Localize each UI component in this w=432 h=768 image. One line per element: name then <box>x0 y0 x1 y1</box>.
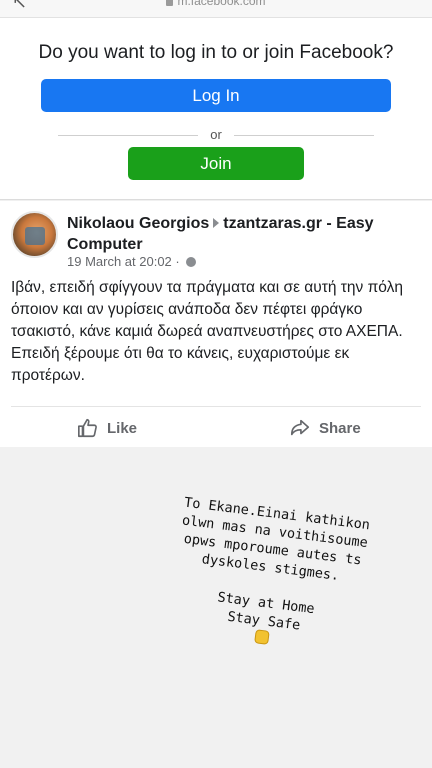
login-prompt-message: Do you want to log in to or join Faceboo… <box>38 42 394 63</box>
story-image: To Ekane.Einai kathikon olwn mas na voit… <box>0 447 432 768</box>
post-text: Ιβάν, επειδή σφίγγουν τα πράγματα και σε… <box>11 279 403 384</box>
avatar-photo-detail <box>25 227 45 245</box>
browser-url-bar[interactable]: ↖ m.facebook.com <box>0 0 432 18</box>
share-button[interactable]: Share <box>289 417 361 439</box>
post-author-name[interactable]: Nikolaou Georgios <box>67 215 209 232</box>
share-label: Share <box>319 419 361 437</box>
like-label: Like <box>107 419 138 437</box>
like-button[interactable]: Like <box>77 417 137 439</box>
lock-icon <box>166 0 174 6</box>
avatar[interactable] <box>11 211 58 258</box>
join-button[interactable]: Join <box>128 147 304 180</box>
post-timestamp[interactable]: 19 March at 20:02 · <box>67 254 180 269</box>
share-arrow-icon <box>290 419 310 436</box>
post-actions: Like Share <box>11 406 421 447</box>
story-caption: To Ekane.Einai kathikon olwn mas na voit… <box>146 491 392 663</box>
url-text: m.facebook.com <box>177 0 266 8</box>
post-card: Nikolaou Georgios tzantzaras.gr - Easy Co… <box>0 201 432 447</box>
divider-line-right <box>234 135 374 136</box>
thumbs-up-icon <box>78 418 97 438</box>
login-prompt: Do you want to log in to or join Faceboo… <box>0 18 432 200</box>
login-button[interactable]: Log In <box>41 79 391 112</box>
raised-fist-emoji-icon <box>254 629 270 645</box>
public-globe-icon <box>186 256 197 267</box>
shared-to-arrow-icon <box>213 217 220 228</box>
or-divider: or <box>58 127 374 142</box>
url-display: m.facebook.com <box>0 0 432 8</box>
post-meta: 19 March at 20:02 · <box>67 254 197 269</box>
post-header: Nikolaou Georgios tzantzaras.gr - Easy Co… <box>67 213 412 255</box>
